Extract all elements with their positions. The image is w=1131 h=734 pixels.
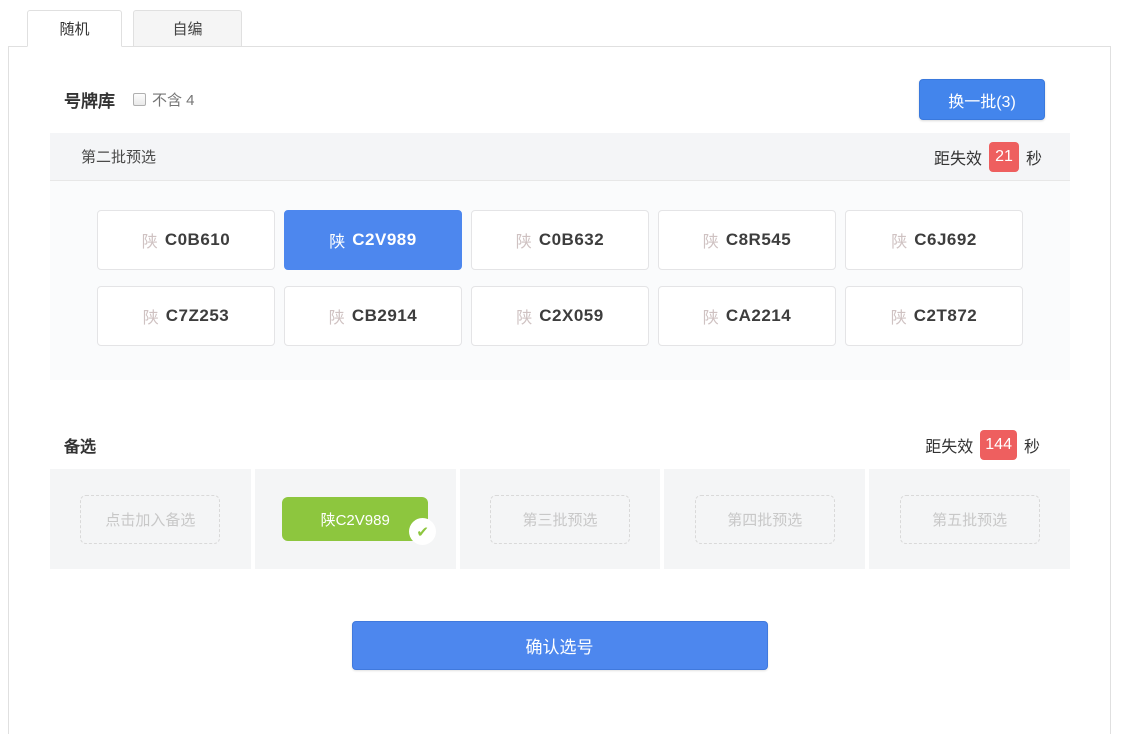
plate-code: C0B632: [539, 230, 604, 250]
plate-code: CA2214: [726, 306, 791, 326]
alternative-slot-label: 陕C2V989: [321, 509, 390, 530]
alternatives-expiry-suffix: 秒: [1024, 433, 1040, 457]
plate-province: 陕: [703, 228, 719, 252]
plate-option[interactable]: 陕 C7Z253: [97, 286, 275, 346]
alternatives-header: 备选 距失效 144 秒: [64, 430, 1040, 460]
plate-option[interactable]: 陕 CA2214: [658, 286, 836, 346]
exclude-4-label: 不含 4: [152, 89, 195, 110]
plate-province: 陕: [142, 228, 158, 252]
exclude-4-filter[interactable]: 不含 4: [133, 89, 195, 110]
alternative-slot-empty[interactable]: 第三批预选: [490, 495, 630, 544]
plate-province: 陕: [516, 228, 532, 252]
plate-code: C2T872: [914, 306, 977, 326]
alternatives-expiry: 距失效 144 秒: [925, 430, 1040, 460]
plate-code: C2V989: [352, 230, 416, 250]
plate-grid: 陕 C0B610 陕 C2V989 陕 C0B632 陕 C8R545 陕: [88, 210, 1033, 346]
alternatives-expiry-prefix: 距失效: [925, 433, 973, 457]
confirm-button[interactable]: 确认选号: [352, 621, 768, 670]
library-row: 号牌库 不含 4 换一批(3): [64, 79, 1045, 120]
alternatives-band: 点击加入备选 陕C2V989 ✔ 第三批预选 第四批预选 第五批预选: [50, 469, 1070, 569]
plate-option[interactable]: 陕 C6J692: [845, 210, 1023, 270]
batch-expiry: 距失效 21 秒: [934, 142, 1042, 172]
plate-code: C2X059: [539, 306, 603, 326]
tab-bar: 随机 自编: [19, 10, 1131, 46]
refresh-batch-button[interactable]: 换一批(3): [919, 79, 1045, 120]
plate-code: C7Z253: [166, 306, 229, 326]
batch-expiry-prefix: 距失效: [934, 145, 982, 169]
check-icon: ✔: [409, 518, 436, 545]
plate-option[interactable]: 陕 CB2914: [284, 286, 462, 346]
alternative-slot-empty[interactable]: 第四批预选: [695, 495, 835, 544]
alternative-slot-empty[interactable]: 点击加入备选: [80, 495, 220, 544]
batch-countdown-badge: 21: [989, 142, 1019, 172]
batch-header: 第二批预选 距失效 21 秒: [50, 133, 1070, 181]
alternative-cell: 陕C2V989 ✔: [255, 469, 456, 569]
alternatives-title: 备选: [64, 433, 96, 457]
plate-option[interactable]: 陕 C8R545: [658, 210, 836, 270]
tab-random[interactable]: 随机: [27, 10, 122, 47]
alternatives-countdown-badge: 144: [980, 430, 1017, 460]
plate-option[interactable]: 陕 C0B632: [471, 210, 649, 270]
plate-province: 陕: [891, 304, 907, 328]
plate-province: 陕: [143, 304, 159, 328]
plate-code: C6J692: [914, 230, 977, 250]
alternative-slot-filled[interactable]: 陕C2V989 ✔: [282, 497, 428, 541]
plate-province: 陕: [329, 304, 345, 328]
plate-province: 陕: [891, 228, 907, 252]
library-title: 号牌库: [64, 87, 115, 112]
plate-code: CB2914: [352, 306, 417, 326]
batch-expiry-suffix: 秒: [1026, 145, 1042, 169]
plate-option[interactable]: 陕 C2X059: [471, 286, 649, 346]
alternative-slot-empty[interactable]: 第五批预选: [900, 495, 1040, 544]
exclude-4-checkbox[interactable]: [133, 93, 146, 106]
plate-province: 陕: [703, 304, 719, 328]
plate-option[interactable]: 陕 C2T872: [845, 286, 1023, 346]
content-panel: 号牌库 不含 4 换一批(3) 第二批预选 距失效 21 秒 陕 C0B610 …: [8, 46, 1111, 734]
batch-section: 第二批预选 距失效 21 秒 陕 C0B610 陕 C2V989 陕 C0B63: [50, 133, 1070, 380]
alternative-cell: 第四批预选: [664, 469, 865, 569]
plate-province: 陕: [516, 304, 532, 328]
plate-option[interactable]: 陕 C0B610: [97, 210, 275, 270]
batch-title: 第二批预选: [81, 146, 156, 167]
plate-option-selected[interactable]: 陕 C2V989: [284, 210, 462, 270]
plate-code: C0B610: [165, 230, 230, 250]
alternative-cell: 第三批预选: [460, 469, 661, 569]
plate-province: 陕: [329, 228, 345, 252]
plate-area: 陕 C0B610 陕 C2V989 陕 C0B632 陕 C8R545 陕: [50, 181, 1070, 380]
alternative-cell: 点击加入备选: [50, 469, 251, 569]
tab-custom[interactable]: 自编: [133, 10, 242, 47]
alternative-cell: 第五批预选: [869, 469, 1070, 569]
plate-code: C8R545: [726, 230, 791, 250]
